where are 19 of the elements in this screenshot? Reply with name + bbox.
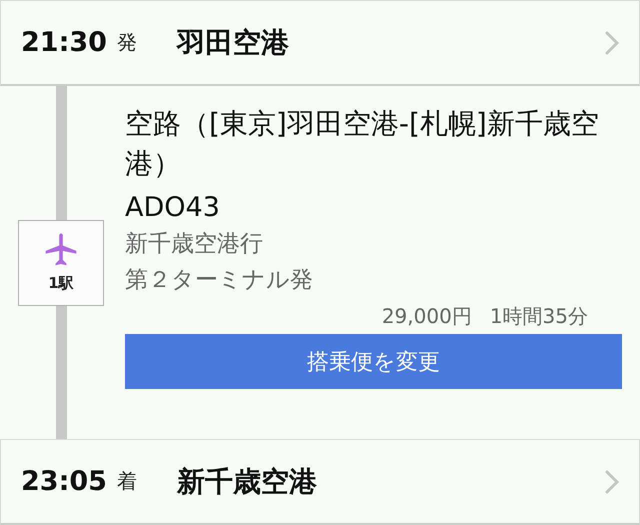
- time-type-label: 発: [116, 29, 137, 56]
- time-label: 21:30: [21, 27, 107, 58]
- station-row[interactable]: 21:30 発 羽田空港: [0, 0, 640, 86]
- airplane-icon: [43, 232, 79, 268]
- route-title: 空路（[東京]羽田空港-[札幌]新千歳空港）: [125, 106, 600, 182]
- time-type-label: 着: [116, 468, 137, 495]
- terminal-label: 第２ターミナル発: [125, 266, 314, 295]
- chevron-right-icon: [605, 470, 619, 494]
- time-label: 23:05: [21, 466, 107, 497]
- flight-number: ADO43: [125, 191, 221, 225]
- station-name: 新千歳空港: [176, 464, 317, 500]
- change-flight-button[interactable]: 搭乗便を変更: [125, 334, 622, 389]
- chevron-right-icon: [605, 30, 619, 54]
- destination-label: 新千歳空港行: [125, 230, 264, 259]
- station-row[interactable]: 23:05 着 新千歳空港: [0, 439, 640, 525]
- duration-label: 1時間35分: [490, 303, 588, 330]
- stop-count: 1駅: [48, 274, 74, 293]
- station-name: 羽田空港: [176, 24, 289, 60]
- fare-label: 29,000円: [382, 303, 472, 330]
